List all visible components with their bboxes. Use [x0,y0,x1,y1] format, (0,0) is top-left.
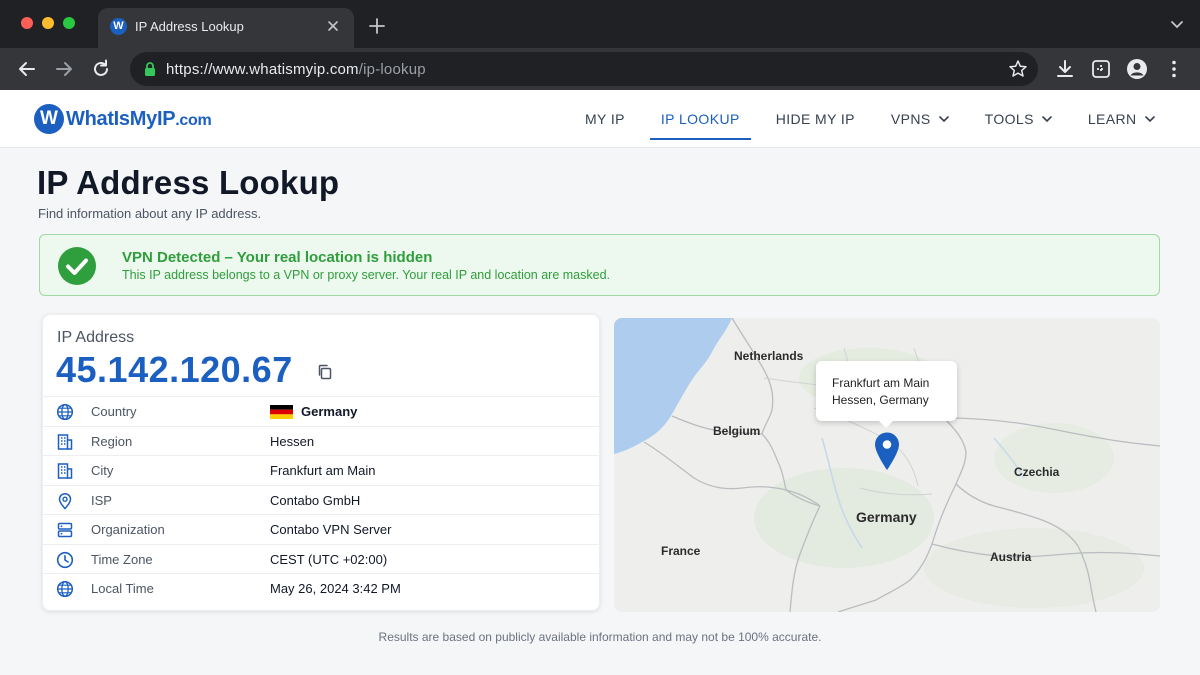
map-popup: Frankfurt am Main Hessen, Germany [816,361,957,428]
chevron-down-icon [938,115,949,122]
back-arrow-icon[interactable] [16,58,38,80]
forward-arrow-icon[interactable] [53,58,75,80]
nav-learn[interactable]: LEARN [1088,90,1155,148]
detail-row-local-time: Local Time May 26, 2024 3:42 PM [43,573,601,603]
site-header: W WhatIsMyIP.com MY IP IP LOOKUP HIDE MY… [0,90,1200,148]
browser-toolbar: https://www.whatismyip.com/ip-lookup [0,48,1200,90]
detail-value: Contabo GmbH [270,492,361,508]
map-label-belgium: Belgium [713,424,761,438]
map-label-germany: Germany [856,509,917,525]
detail-label: Organization [91,522,165,537]
reload-icon[interactable] [90,58,112,80]
copy-icon[interactable] [316,363,334,381]
chevron-down-icon[interactable] [1170,20,1184,30]
detail-value: May 26, 2024 3:42 PM [270,581,401,596]
detail-value: Contabo VPN Server [270,522,392,537]
web-page: W WhatIsMyIP.com MY IP IP LOOKUP HIDE MY… [0,90,1200,675]
lock-icon [145,62,155,76]
detail-row-city: City Frankfurt am Main [43,455,601,485]
terrain-patch [994,423,1114,493]
popup-city: Frankfurt am Main [832,376,930,390]
ip-info-card: IP Address 45.142.120.67 Country Germany [42,314,601,611]
ip-details-table: Country Germany Region Hessen City Frank… [43,396,601,603]
map-label-czechia: Czechia [1014,465,1060,479]
map-label-austria: Austria [990,550,1032,564]
detail-row-organization: Organization Contabo VPN Server [43,514,601,544]
address-bar[interactable]: https://www.whatismyip.com/ip-lookup [130,52,1038,86]
alert-title: VPN Detected – Your real location is hid… [122,249,433,266]
logo-mark: W [34,104,64,134]
detail-label: City [91,463,114,478]
extensions-puzzle-icon[interactable] [1090,58,1112,80]
map-marker-icon[interactable] [873,431,901,471]
map-label-netherlands: Netherlands [734,349,804,363]
logo-wordmark: WhatIsMyIP.com [66,107,212,130]
nav-tools[interactable]: TOOLS [985,90,1052,148]
vpn-alert-banner: VPN Detected – Your real location is hid… [39,234,1160,296]
detail-row-timezone: Time Zone CEST (UTC +02:00) [43,543,601,574]
map-label-france: France [661,544,701,558]
globe-icon [56,580,74,598]
detail-label: Region [91,433,133,449]
detail-row-region: Region Hessen [43,425,601,456]
detail-label: Local Time [91,581,154,596]
detail-label: Country [91,404,137,419]
detail-label: ISP [91,492,112,508]
clock-icon [56,551,74,568]
check-circle-icon [58,247,96,285]
bookmark-star-icon[interactable] [1008,59,1028,79]
server-icon [57,522,73,538]
detail-row-isp: ISP Contabo GmbH [43,484,601,515]
nav-vpns[interactable]: VPNS [891,90,949,148]
browser-tab[interactable]: W IP Address Lookup [98,8,354,48]
site-logo[interactable]: W WhatIsMyIP.com [34,103,212,135]
ip-label: IP Address [57,329,135,346]
disclaimer-text: Results are based on publicly available … [378,630,822,644]
profile-avatar-icon[interactable] [1126,58,1148,80]
window-close-button[interactable] [21,17,33,29]
nav-ip-lookup[interactable]: IP LOOKUP [649,90,751,148]
ip-address-value: 45.142.120.67 [56,349,293,390]
location-map[interactable]: Netherlands Belgium Germany France Czech… [614,318,1160,612]
alert-text: This IP address belongs to a VPN or prox… [122,268,611,282]
detail-value: CEST (UTC +02:00) [270,551,388,567]
page-title: IP Address Lookup [37,164,340,201]
more-menu-icon[interactable] [1163,58,1185,80]
terrain-patch [924,528,1144,608]
nav-hide-my-ip[interactable]: HIDE MY IP [776,90,855,148]
url-text: https://www.whatismyip.com/ip-lookup [166,61,426,78]
building-icon [57,433,73,450]
site-favicon-icon: W [110,18,127,35]
window-zoom-button[interactable] [63,17,75,29]
download-icon[interactable] [1054,58,1076,80]
detail-label: Time Zone [91,551,153,567]
building-icon [57,463,73,479]
detail-value: Frankfurt am Main [270,463,376,478]
nav-my-ip[interactable]: MY IP [585,90,625,148]
popup-region: Hessen, Germany [832,393,929,407]
page-subtitle: Find information about any IP address. [38,206,262,221]
detail-value: Hessen [270,433,315,449]
germany-flag-icon [270,405,293,419]
close-icon[interactable] [324,17,342,35]
new-tab-plus-icon[interactable] [368,17,386,35]
chevron-down-icon [1042,115,1052,122]
browser-tab-bar: W IP Address Lookup [0,0,1200,48]
globe-icon [56,403,74,421]
chevron-down-icon [1144,115,1155,122]
tab-title: IP Address Lookup [135,19,244,34]
location-pin-icon [58,492,72,510]
detail-value: Germany [301,404,358,419]
window-minimize-button[interactable] [42,17,54,29]
main-nav: MY IP IP LOOKUP HIDE MY IP VPNS TOOLS LE… [585,90,1155,148]
detail-row-country: Country Germany [43,396,601,426]
